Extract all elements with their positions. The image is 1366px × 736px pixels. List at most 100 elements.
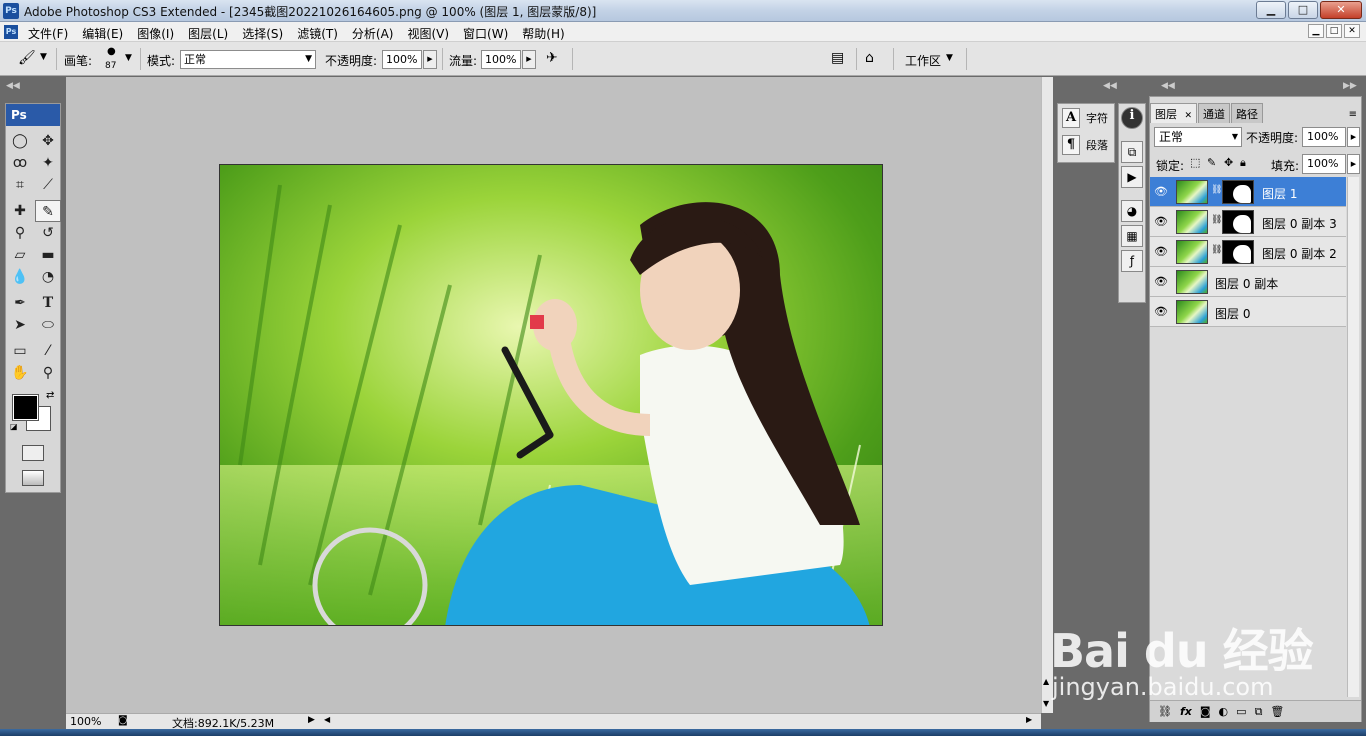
document-image[interactable] [219, 164, 883, 626]
move-icon[interactable]: ✥ [35, 130, 61, 152]
brush-icon[interactable]: ✎ [35, 200, 61, 222]
menu-edit[interactable]: 编辑(E) [82, 25, 123, 42]
layer-row-layer-0-copy-2[interactable]: 👁 ⛓ 图层 0 副本 2 [1150, 237, 1346, 267]
shape-icon[interactable]: ⬭ [35, 314, 61, 336]
color-palette-icon[interactable]: ◕ [1121, 200, 1143, 222]
clone-stamp-icon[interactable]: ⚲ [7, 222, 33, 244]
add-mask-icon[interactable]: ◙ [1200, 705, 1211, 718]
tab-paths[interactable]: 路径 [1231, 103, 1264, 123]
hand-icon[interactable]: ✋ [7, 362, 33, 384]
lock-transparency-icon[interactable]: ⬚ [1190, 156, 1200, 169]
fill-slider-button[interactable]: ▶ [1347, 154, 1360, 174]
maximize-button[interactable]: □ [1288, 1, 1318, 19]
dodge-icon[interactable]: ◔ [35, 266, 61, 288]
info-icon[interactable]: i [1121, 107, 1143, 129]
history-brush-icon[interactable]: ↺ [35, 222, 61, 244]
layer-mask-thumbnail[interactable] [1222, 240, 1254, 264]
layer-opacity-slider-button[interactable]: ▶ [1347, 127, 1360, 147]
slice-icon[interactable]: ⟋ [35, 174, 61, 196]
doc-minimize-button[interactable]: ▁ [1308, 24, 1324, 38]
workspace-dropdown-icon[interactable]: ▼ [946, 53, 953, 63]
visibility-eye-icon[interactable]: 👁 [1152, 243, 1170, 261]
layer-row-layer-0-copy-3[interactable]: 👁 ⛓ 图层 0 副本 3 [1150, 207, 1346, 237]
mask-link-icon[interactable]: ⛓ [1211, 185, 1222, 195]
screen-mode-button[interactable] [22, 470, 44, 486]
layer-opacity-input[interactable]: 100% [1302, 127, 1346, 147]
close-button[interactable]: ✕ [1320, 1, 1362, 19]
brush-tool-preset-icon[interactable]: 🖌 [18, 50, 36, 66]
airbrush-icon[interactable]: ✈ [546, 50, 558, 66]
tab-channels[interactable]: 通道 [1198, 103, 1231, 123]
blur-icon[interactable]: 💧 [7, 266, 33, 288]
mask-link-icon[interactable]: ⛓ [1211, 215, 1222, 225]
paragraph-panel-button[interactable]: ¶ 段落 [1058, 131, 1114, 158]
status-icon[interactable]: ◙ [118, 715, 128, 726]
layer-row-layer-0-copy[interactable]: 👁 图层 0 副本 [1150, 267, 1346, 297]
panel-menu-icon[interactable]: ≡ [1349, 109, 1357, 120]
brush-tip-icon[interactable]: ● [107, 46, 116, 57]
healing-brush-icon[interactable]: ✚ [7, 200, 33, 222]
flow-slider-button[interactable]: ▶ [522, 50, 536, 69]
workspace-menu[interactable]: 工作区 [905, 52, 941, 69]
new-layer-icon[interactable]: ⧉ [1255, 705, 1263, 719]
character-panel-button[interactable]: A 字符 [1058, 104, 1114, 131]
menu-window[interactable]: 窗口(W) [463, 25, 508, 42]
doc-restore-button[interactable]: □ [1326, 24, 1342, 38]
marquee-icon[interactable]: ◯ [7, 130, 33, 152]
lock-all-icon[interactable]: 🔒︎ [1240, 156, 1246, 170]
doc-close-button[interactable]: ✕ [1344, 24, 1360, 38]
history-icon[interactable]: ⧉ [1121, 141, 1143, 163]
adjustment-layer-icon[interactable]: ◐ [1219, 705, 1229, 718]
menu-analysis[interactable]: 分析(A) [352, 25, 394, 42]
lock-pixels-icon[interactable]: ✎ [1207, 156, 1216, 169]
menu-view[interactable]: 视图(V) [407, 25, 449, 42]
collapse-dock-icon[interactable]: ◀◀ [1103, 81, 1117, 91]
zoom-icon[interactable]: ⚲ [35, 362, 61, 384]
eraser-icon[interactable]: ▱ [7, 244, 33, 266]
opacity-input[interactable]: 100% [382, 50, 422, 69]
menu-file[interactable]: 文件(F) [28, 25, 68, 42]
brush-dropdown-icon[interactable]: ▼ [125, 53, 132, 63]
styles-fx-icon[interactable]: ƒ [1121, 250, 1143, 272]
add-layer-style-icon[interactable]: fx [1180, 705, 1192, 718]
lock-position-icon[interactable]: ✥ [1224, 156, 1233, 169]
collapse-toolbox-icon[interactable]: ◀◀ [6, 81, 20, 91]
palette-well-icon[interactable]: ▤ [831, 50, 844, 66]
swatches-icon[interactable]: ▦ [1121, 225, 1143, 247]
visibility-eye-icon[interactable]: 👁 [1152, 273, 1170, 291]
mask-link-icon[interactable]: ⛓ [1211, 245, 1222, 255]
gradient-icon[interactable]: ▬ [35, 244, 61, 266]
notes-icon[interactable]: ▭ [7, 340, 33, 362]
layer-mask-thumbnail[interactable] [1222, 180, 1254, 204]
scroll-right-icon[interactable]: ▶ [1026, 715, 1032, 724]
blend-mode-select[interactable]: 正常 ▼ [1154, 127, 1242, 147]
lasso-icon[interactable]: ꝏ [7, 152, 33, 174]
actions-play-icon[interactable]: ▶ [1121, 166, 1143, 188]
visibility-eye-icon[interactable]: 👁 [1152, 183, 1170, 201]
zoom-level[interactable]: 100% [70, 715, 101, 728]
tab-layers[interactable]: 图层 ✕ [1150, 103, 1198, 123]
new-group-icon[interactable]: ▭ [1236, 705, 1246, 718]
mode-select[interactable]: 正常 ▼ [180, 50, 316, 69]
flow-input[interactable]: 100% [481, 50, 521, 69]
opacity-slider-button[interactable]: ▶ [423, 50, 437, 69]
menu-help[interactable]: 帮助(H) [522, 25, 564, 42]
visibility-eye-icon[interactable]: 👁 [1152, 213, 1170, 231]
layer-mask-thumbnail[interactable] [1222, 210, 1254, 234]
crop-icon[interactable]: ⌗ [7, 174, 33, 196]
menu-layer[interactable]: 图层(L) [188, 25, 228, 42]
link-layers-icon[interactable]: ⛓ [1158, 705, 1172, 718]
bridge-icon[interactable]: ⌂ [865, 50, 874, 66]
menu-filter[interactable]: 滤镜(T) [297, 25, 338, 42]
default-colors-icon[interactable]: ◪ [10, 422, 18, 431]
menu-image[interactable]: 图像(I) [137, 25, 174, 42]
menu-select[interactable]: 选择(S) [242, 25, 283, 42]
path-selection-icon[interactable]: ➤ [7, 314, 33, 336]
eyedropper-icon[interactable]: ⁄ [35, 340, 61, 362]
tab-close-icon[interactable]: ✕ [1185, 111, 1193, 121]
layer-row-layer-1[interactable]: 👁 ⛓ 图层 1 [1150, 177, 1346, 207]
status-menu-arrow-icon[interactable]: ▶ [308, 715, 315, 725]
visibility-eye-icon[interactable]: 👁 [1152, 303, 1170, 321]
minimize-button[interactable]: ▁ [1256, 1, 1286, 19]
magic-wand-icon[interactable]: ✦ [35, 152, 61, 174]
